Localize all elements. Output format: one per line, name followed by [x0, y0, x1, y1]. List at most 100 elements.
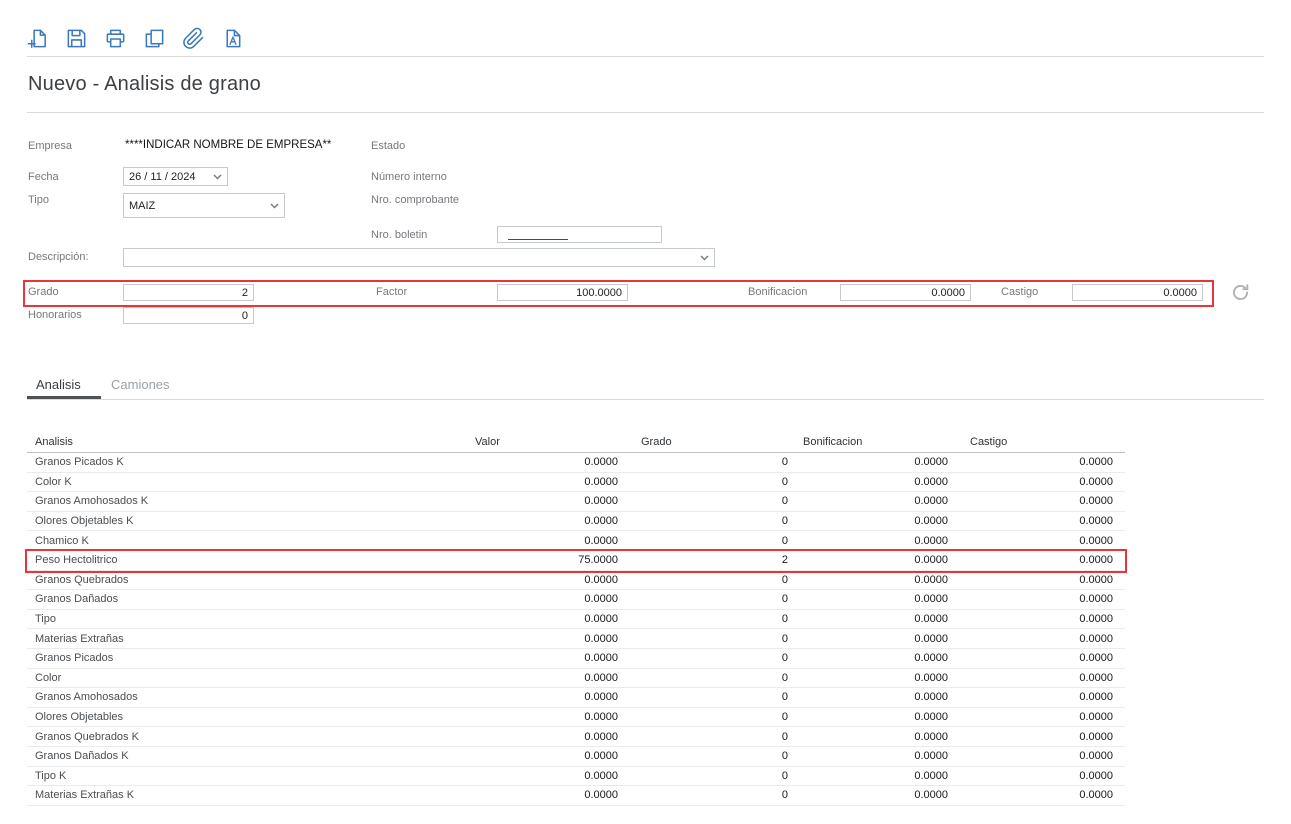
honorarios-label: Honorarios	[28, 309, 82, 321]
castigo-input[interactable]	[1072, 284, 1203, 301]
text-document-button[interactable]	[221, 27, 244, 50]
row-valor: 0.0000	[584, 534, 618, 547]
nro-boletin-label: Nro. boletin	[371, 229, 428, 241]
row-analisis: Tipo	[35, 613, 56, 626]
honorarios-input[interactable]	[123, 307, 254, 324]
analisis-table: Analisis Valor Grado Bonificacion Castig…	[25, 435, 1127, 806]
table-row[interactable]: Olores Objetables 0.0000 0 0.0000 0.0000	[27, 707, 1125, 728]
chevron-down-icon	[270, 203, 279, 209]
row-valor: 0.0000	[584, 750, 618, 763]
row-analisis: Color	[35, 671, 62, 684]
row-grado: 0	[781, 515, 788, 528]
table-row[interactable]: Granos Quebrados K 0.0000 0 0.0000 0.000…	[27, 727, 1125, 747]
grado-label: Grado	[28, 286, 59, 298]
table-row[interactable]: Materias Extrañas K 0.0000 0 0.0000 0.00…	[27, 786, 1125, 806]
row-castigo: 0.0000	[1079, 789, 1113, 802]
tab-camiones[interactable]: Camiones	[111, 377, 170, 392]
row-analisis: Granos Picados	[35, 652, 114, 665]
copy-button[interactable]	[143, 27, 166, 50]
active-tab-underline	[27, 396, 101, 399]
table-row[interactable]: Granos Amohosados K 0.0000 0 0.0000 0.00…	[27, 492, 1125, 512]
factor-input[interactable]	[497, 284, 628, 301]
row-bonificacion: 0.0000	[914, 730, 948, 743]
row-bonificacion: 0.0000	[914, 750, 948, 763]
new-document-button[interactable]	[26, 27, 49, 50]
new-document-icon	[27, 29, 46, 48]
row-grado: 0	[781, 769, 788, 782]
toolbar	[26, 27, 244, 50]
row-valor: 0.0000	[584, 711, 618, 724]
boletin-underline-mark	[508, 239, 568, 240]
row-bonificacion: 0.0000	[914, 554, 948, 567]
table-row[interactable]: Color K 0.0000 0 0.0000 0.0000	[27, 472, 1125, 493]
row-analisis: Granos Dañados K	[35, 750, 129, 763]
analisis-de-grano-window: Nuevo - Analisis de grano Empresa ****IN…	[0, 0, 1291, 824]
row-analisis: Granos Amohosados K	[35, 495, 149, 508]
fecha-select[interactable]: 26 / 11 / 2024	[123, 167, 228, 186]
row-grado: 0	[781, 632, 788, 645]
row-grado: 0	[781, 456, 788, 469]
row-valor: 75.0000	[578, 554, 618, 567]
row-castigo: 0.0000	[1079, 730, 1113, 743]
row-grado: 0	[781, 671, 788, 684]
row-castigo: 0.0000	[1079, 456, 1113, 469]
analisis-table-body: Granos Picados K 0.0000 0 0.0000 0.0000 …	[25, 453, 1127, 806]
paperclip-icon	[183, 27, 204, 49]
toolbar-divider	[27, 56, 1264, 57]
grado-input[interactable]	[123, 284, 254, 301]
table-row[interactable]: Materias Extrañas 0.0000 0 0.0000 0.0000	[27, 629, 1125, 649]
castigo-label: Castigo	[1001, 286, 1039, 298]
row-grado: 0	[781, 495, 788, 508]
row-castigo: 0.0000	[1079, 515, 1113, 528]
nro-boletin-input[interactable]	[497, 226, 662, 243]
row-bonificacion: 0.0000	[914, 711, 948, 724]
empresa-label: Empresa	[28, 140, 73, 152]
refresh-button[interactable]	[1229, 282, 1251, 304]
row-castigo: 0.0000	[1079, 750, 1113, 763]
table-row[interactable]: Granos Picados 0.0000 0 0.0000 0.0000	[27, 648, 1125, 669]
row-castigo: 0.0000	[1079, 632, 1113, 645]
table-row[interactable]: Granos Picados K 0.0000 0 0.0000 0.0000	[27, 453, 1125, 473]
row-bonificacion: 0.0000	[914, 632, 948, 645]
table-row[interactable]: Color 0.0000 0 0.0000 0.0000	[27, 668, 1125, 689]
tipo-select[interactable]: MAIZ	[123, 193, 285, 218]
row-castigo: 0.0000	[1079, 671, 1113, 684]
row-bonificacion: 0.0000	[914, 534, 948, 547]
row-analisis: Granos Quebrados K	[35, 730, 139, 743]
table-header: Analisis Valor Grado Bonificacion Castig…	[27, 435, 1125, 453]
row-bonificacion: 0.0000	[914, 769, 948, 782]
table-row[interactable]: Olores Objetables K 0.0000 0 0.0000 0.00…	[27, 511, 1125, 532]
table-row[interactable]: Tipo 0.0000 0 0.0000 0.0000	[27, 609, 1125, 630]
row-bonificacion: 0.0000	[914, 613, 948, 626]
nro-comprobante-label: Nro. comprobante	[371, 194, 460, 206]
tab-analisis[interactable]: Analisis	[36, 377, 81, 392]
row-castigo: 0.0000	[1079, 495, 1113, 508]
attach-button[interactable]	[182, 27, 205, 50]
table-row[interactable]: Chamico K 0.0000 0 0.0000 0.0000	[27, 531, 1125, 551]
row-castigo: 0.0000	[1079, 691, 1113, 704]
header-grado: Grado	[641, 436, 672, 448]
row-valor: 0.0000	[584, 475, 618, 488]
row-analisis: Materias Extrañas K	[35, 789, 135, 802]
table-row[interactable]: Tipo K 0.0000 0 0.0000 0.0000	[27, 766, 1125, 787]
factor-label: Factor	[376, 286, 408, 298]
table-row[interactable]: Granos Dañados 0.0000 0 0.0000 0.0000	[27, 590, 1125, 610]
row-castigo: 0.0000	[1079, 573, 1113, 586]
row-bonificacion: 0.0000	[914, 652, 948, 665]
row-castigo: 0.0000	[1079, 554, 1113, 567]
save-button[interactable]	[65, 27, 88, 50]
copy-icon	[145, 29, 164, 48]
table-row[interactable]: Granos Dañados K 0.0000 0 0.0000 0.0000	[27, 746, 1125, 767]
estado-label: Estado	[371, 140, 406, 152]
print-button[interactable]	[104, 27, 127, 50]
descripcion-label: Descripción:	[28, 251, 89, 263]
descripcion-select[interactable]	[123, 248, 715, 267]
table-row[interactable]: Granos Quebrados 0.0000 0 0.0000 0.0000	[27, 570, 1125, 591]
row-grado: 0	[781, 730, 788, 743]
table-row[interactable]: Granos Amohosados 0.0000 0 0.0000 0.0000	[27, 688, 1125, 708]
title-divider	[27, 112, 1264, 113]
row-valor: 0.0000	[584, 691, 618, 704]
header-valor: Valor	[475, 436, 500, 448]
bonificacion-input[interactable]	[840, 284, 971, 301]
table-row[interactable]: Peso Hectolitrico 75.0000 2 0.0000 0.000…	[25, 549, 1127, 573]
